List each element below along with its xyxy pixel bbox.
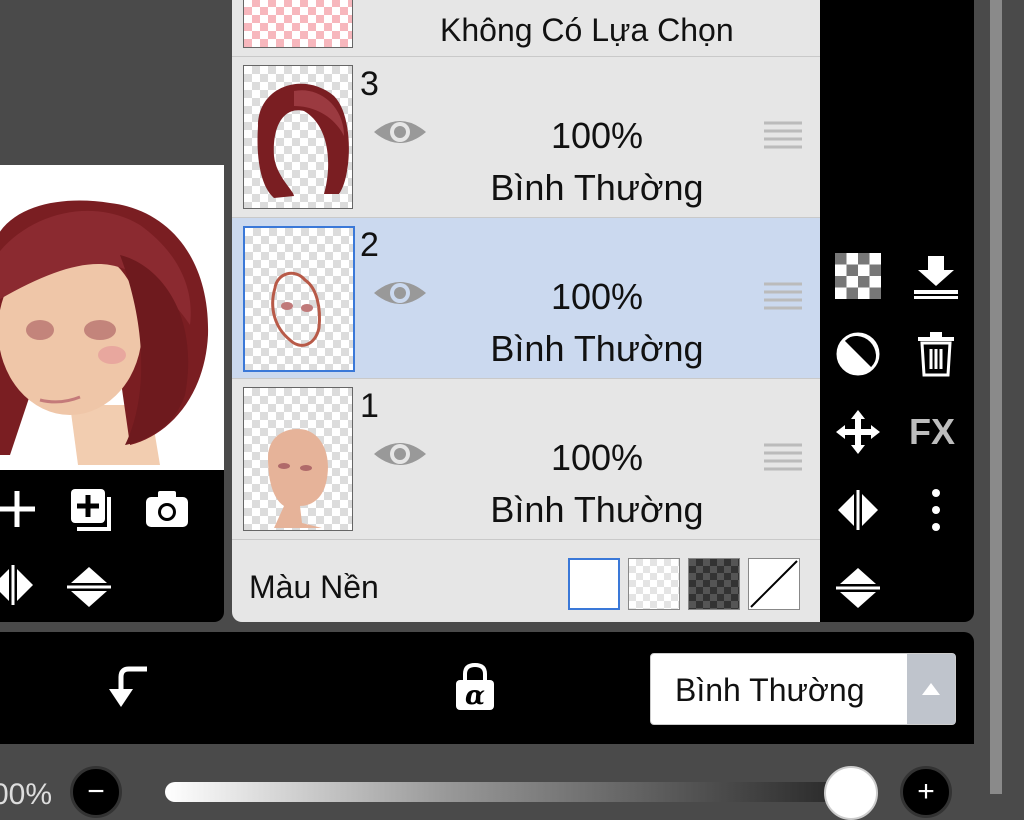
blend-mode-value: Bình Thường [675, 672, 865, 708]
svg-text:α: α [465, 681, 485, 711]
clip-circle-icon [836, 332, 880, 376]
layer-number: 1 [360, 387, 379, 425]
layer-opacity: 100% [550, 276, 644, 317]
blend-mode-select[interactable]: Bình Thường [650, 653, 956, 725]
visibility-toggle[interactable] [370, 273, 430, 313]
dropdown-arrow[interactable] [907, 654, 955, 724]
camera-icon [146, 491, 188, 527]
flip-vertical-icon [67, 567, 111, 607]
layer-number: 3 [360, 65, 379, 103]
layer-blend-mode: Bình Thường [490, 328, 704, 369]
opacity-readout: 00% [0, 778, 53, 811]
trash-icon [918, 332, 954, 377]
flip-vertical-button[interactable] [62, 558, 116, 612]
clipping-button[interactable] [832, 328, 884, 380]
flip-horizontal-icon [0, 565, 33, 605]
duplicate-plus-icon [71, 489, 111, 531]
triangle-up-icon [922, 683, 940, 695]
background-swatch-none[interactable] [748, 558, 800, 610]
more-vertical-icon [932, 489, 940, 531]
layer-row-selected[interactable]: 2 100% Bình Thường [232, 218, 820, 379]
opacity-slider-knob[interactable] [824, 766, 878, 820]
canvas-backdrop [0, 0, 224, 165]
background-swatch-transparent[interactable] [628, 558, 680, 610]
layer-bottom-bar: α Bình Thường [0, 632, 974, 744]
window-frame-edge [990, 0, 1002, 794]
opacity-decrease-button[interactable]: − [70, 766, 122, 818]
portrait-drawing [0, 200, 209, 465]
background-color-label: Màu Nền [249, 569, 379, 605]
fx-icon: FX [908, 411, 955, 452]
alpha-lock-button[interactable]: α [448, 660, 502, 714]
reorder-handle[interactable] [764, 280, 802, 312]
layer-thumbnail [243, 226, 355, 372]
layer-row[interactable]: 1 100% Bình Thường [232, 379, 820, 540]
opacity-slider-track[interactable] [165, 782, 865, 802]
background-color-row: Màu Nền [232, 541, 820, 622]
merge-down-button[interactable] [910, 250, 962, 302]
delete-layer-button[interactable] [910, 328, 962, 380]
slash-icon [750, 560, 798, 608]
layer-thumbnail [243, 387, 353, 531]
layers-panel: Không Có Lựa Chọn 3 100% Bình Thường 2 1… [232, 0, 820, 622]
layer-tools-column: FX [820, 0, 974, 622]
eye-icon [374, 121, 426, 143]
drag-handle-icon [764, 121, 802, 149]
move-layer-button[interactable] [832, 406, 884, 458]
layer-thumbnail [243, 65, 353, 209]
selection-layer-row[interactable]: Không Có Lựa Chọn [232, 0, 820, 57]
plus-icon [0, 491, 35, 527]
merge-down-icon [914, 256, 958, 299]
layer-opacity: 100% [550, 115, 644, 156]
minus-icon: − [87, 775, 105, 808]
visibility-toggle[interactable] [370, 112, 430, 152]
canvas-preview[interactable] [0, 165, 224, 470]
background-swatch-white[interactable] [568, 558, 620, 610]
fx-button[interactable]: FX [906, 406, 958, 458]
reorder-handle[interactable] [764, 441, 802, 473]
flip-horizontal-icon [838, 490, 878, 530]
hair-thumbnail-art [257, 83, 349, 198]
opacity-slider-row: 00% − + [0, 744, 974, 820]
face-sketch-thumbnail-art [271, 271, 321, 347]
opacity-increase-button[interactable]: + [900, 766, 952, 818]
transparency-lock-button[interactable] [832, 250, 884, 302]
plus-icon: + [917, 775, 935, 808]
drag-handle-icon [764, 443, 802, 471]
more-options-button[interactable] [910, 484, 962, 536]
visibility-toggle[interactable] [370, 434, 430, 474]
alpha-lock-icon: α [456, 662, 494, 711]
flip-horizontal-button[interactable] [0, 558, 40, 612]
flip-horizontal-layer-button[interactable] [832, 484, 884, 536]
flip-vertical-icon [836, 568, 880, 608]
layer-blend-mode: Bình Thường [490, 167, 704, 208]
selection-thumbnail [243, 0, 353, 48]
drag-handle-icon [764, 282, 802, 310]
layer-number: 2 [360, 226, 379, 264]
head-base-thumbnail-art [268, 428, 328, 528]
layer-blend-mode: Bình Thường [490, 489, 704, 530]
checker-icon [835, 253, 881, 299]
selection-label: Không Có Lựa Chọn [440, 12, 734, 48]
clipping-return-button[interactable] [102, 660, 156, 714]
eye-icon [374, 443, 426, 465]
background-swatch-dark-checker[interactable] [688, 558, 740, 610]
return-arrow-icon [109, 666, 147, 707]
add-layer-button[interactable] [0, 482, 44, 536]
layer-opacity: 100% [550, 437, 644, 478]
duplicate-layer-button[interactable] [62, 482, 116, 536]
canvas-toolbar [0, 470, 224, 622]
flip-vertical-layer-button[interactable] [832, 560, 884, 612]
reorder-handle[interactable] [764, 119, 802, 151]
eye-icon [374, 282, 426, 304]
layer-row[interactable]: 3 100% Bình Thường [232, 57, 820, 218]
import-photo-button[interactable] [140, 482, 194, 536]
move-icon [836, 410, 880, 454]
